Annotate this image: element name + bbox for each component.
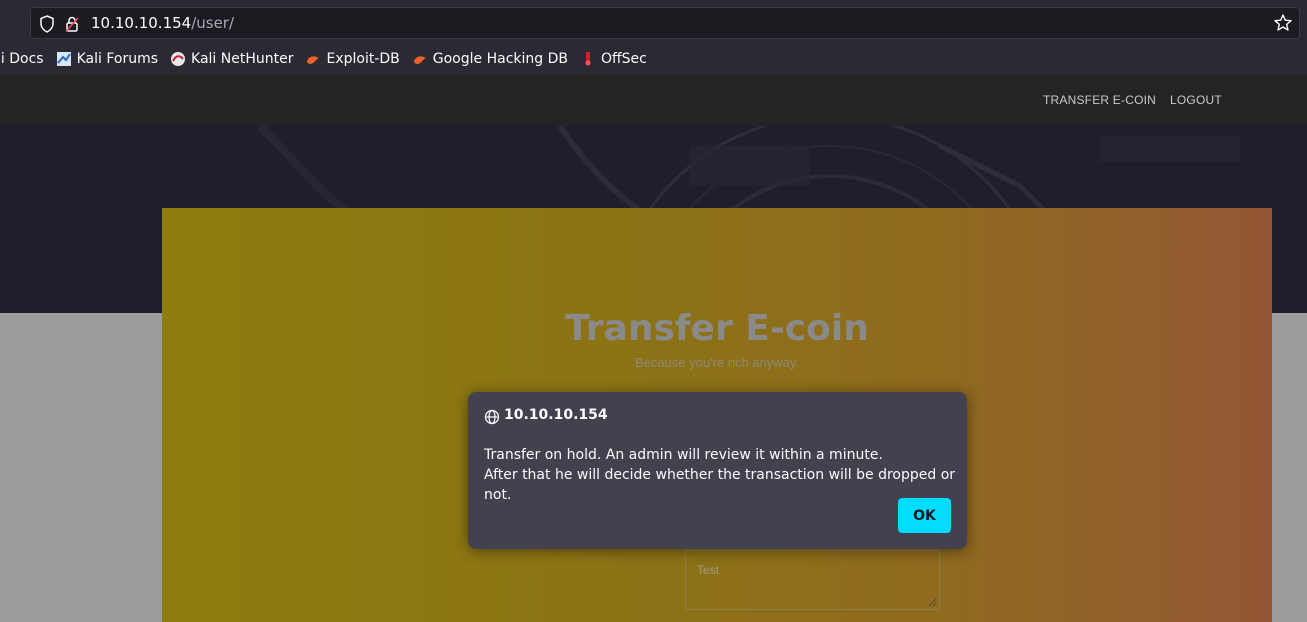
browser-toolbar: 10.10.10.154/user/: [0, 0, 1307, 44]
url-text[interactable]: 10.10.10.154/user/: [91, 14, 234, 32]
bookmark-label: Exploit-DB: [326, 51, 400, 67]
nav-transfer-ecoin[interactable]: TRANSFER E-COIN: [1043, 93, 1156, 107]
bookmark-star-icon[interactable]: [1273, 13, 1293, 33]
bookmark-label: li Docs: [0, 51, 44, 67]
offsec-icon: [585, 52, 591, 66]
bookmark-label: OffSec: [600, 51, 647, 67]
alert-dialog: 10.10.10.154 Transfer on hold. An admin …: [468, 392, 967, 549]
textarea-value: Test: [697, 563, 720, 577]
card-subtitle: Because you're rich anyway.: [634, 355, 800, 370]
bookmark-google-hacking-db[interactable]: Google Hacking DB: [412, 51, 568, 67]
url-path: /user/: [191, 14, 235, 32]
nav-logout[interactable]: LOGOUT: [1170, 93, 1222, 107]
globe-icon: [484, 409, 500, 425]
url-host: 10.10.10.154: [91, 14, 192, 32]
bookmark-label: Kali Forums: [76, 51, 159, 67]
kali-nethunter-icon: [171, 52, 186, 66]
card-title: Transfer E-coin: [565, 308, 869, 349]
bookmark-kali-docs[interactable]: li Docs: [0, 51, 44, 67]
bookmark-label: Kali NetHunter: [191, 51, 294, 67]
exploit-db-icon: [307, 56, 320, 64]
shield-icon[interactable]: [39, 15, 55, 33]
insecure-lock-icon[interactable]: [64, 15, 80, 33]
dialog-origin: 10.10.10.154: [504, 407, 608, 423]
resize-grip-icon[interactable]: [928, 598, 937, 607]
bookmark-offsec[interactable]: OffSec: [580, 51, 647, 67]
bookmark-kali-nethunter[interactable]: Kali NetHunter: [170, 51, 293, 67]
bookmarks-toolbar: li Docs Kali Forums Kali NetHunter Explo…: [0, 44, 1307, 74]
exploit-db-icon: [413, 56, 426, 64]
url-bar[interactable]: 10.10.10.154/user/: [30, 7, 1300, 39]
bookmark-kali-forums[interactable]: Kali Forums: [56, 51, 158, 67]
comment-textarea[interactable]: Test: [685, 550, 940, 610]
site-navbar: TRANSFER E-COIN LOGOUT: [0, 74, 1307, 126]
dialog-message-line: Transfer on hold. An admin will review i…: [484, 447, 883, 463]
dialog-message: Transfer on hold. An admin will review i…: [484, 445, 967, 505]
bookmark-exploit-db[interactable]: Exploit-DB: [305, 51, 400, 67]
dialog-message-line: After that he will decide whether the tr…: [484, 467, 956, 503]
kali-forums-icon: [56, 52, 71, 66]
bookmark-label: Google Hacking DB: [432, 51, 568, 67]
ok-button[interactable]: OK: [898, 498, 951, 533]
